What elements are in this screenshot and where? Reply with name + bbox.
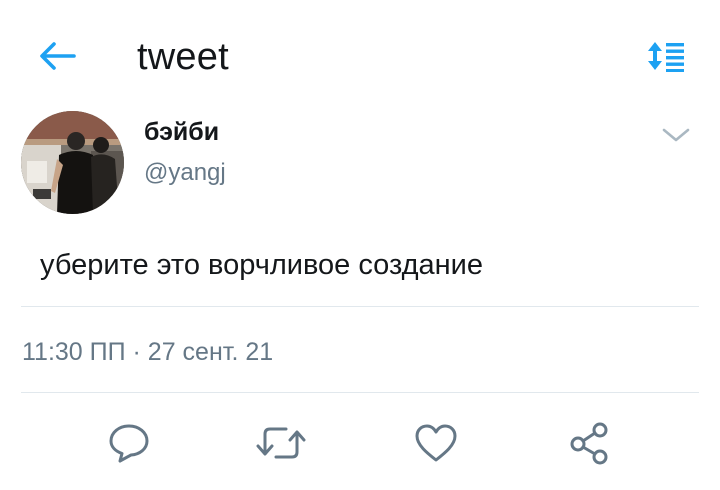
author-handle[interactable]: @yangj: [144, 158, 226, 188]
divider: [21, 392, 699, 393]
sort-order-icon: [648, 42, 684, 72]
top-app-bar: tweet: [0, 0, 720, 110]
retweet-icon: [256, 427, 306, 459]
reply-button[interactable]: [104, 418, 154, 468]
share-icon: [570, 422, 608, 465]
back-button[interactable]: [34, 36, 80, 76]
reply-icon: [109, 424, 149, 463]
author-display-name[interactable]: бэйби: [144, 116, 219, 148]
tweet-timestamp: 11:30 ПП · 27 сент. 21: [22, 338, 274, 366]
retweet-button[interactable]: [256, 418, 306, 468]
avatar[interactable]: [21, 111, 124, 214]
tweet-menu-button[interactable]: [656, 118, 696, 152]
tweet-detail-screen: tweet бэйби @yangj уберите это ворчливое…: [0, 0, 720, 490]
heart-icon: [415, 424, 457, 462]
chevron-down-icon: [662, 128, 690, 142]
sort-button[interactable]: [644, 36, 690, 76]
like-button[interactable]: [411, 418, 461, 468]
tweet-text: уберите это ворчливое создание: [40, 249, 484, 281]
arrow-left-icon: [40, 42, 76, 70]
divider: [21, 306, 699, 307]
share-button[interactable]: [565, 418, 615, 468]
avatar-photo: [21, 111, 124, 214]
page-title: tweet: [137, 36, 229, 78]
